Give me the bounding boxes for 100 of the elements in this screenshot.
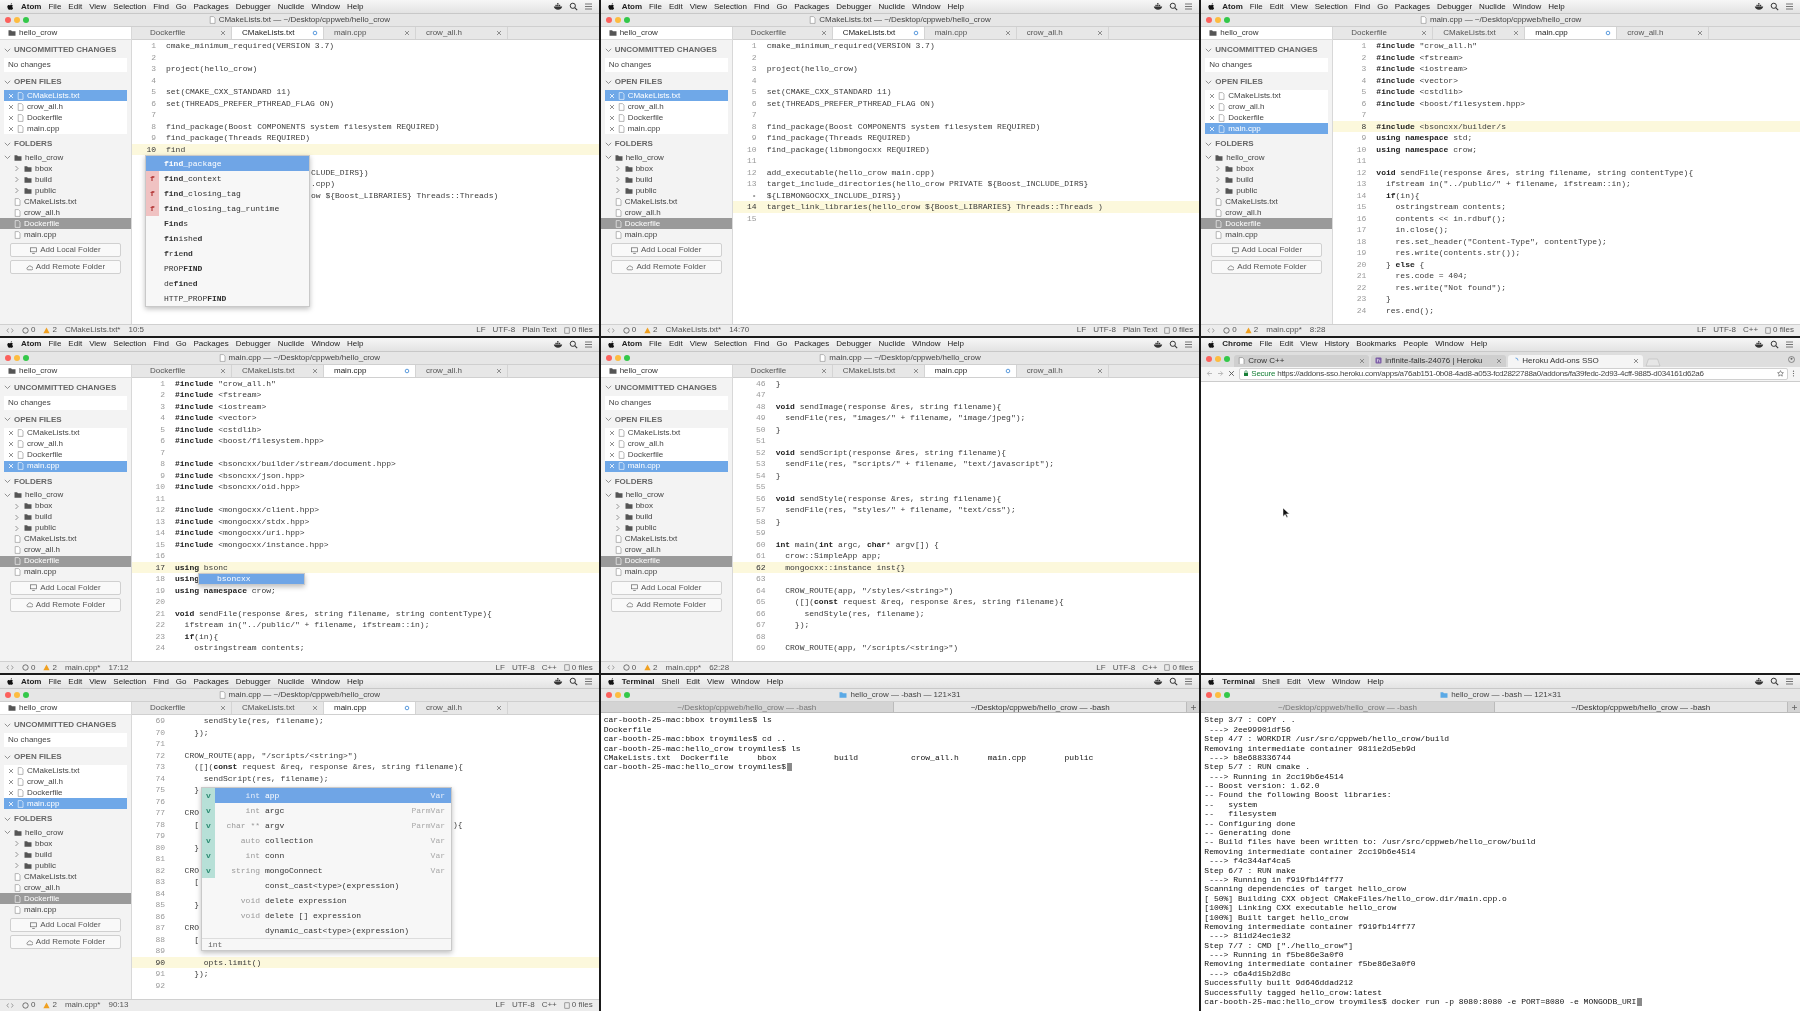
menu-item[interactable]: Help [1470, 338, 1488, 351]
tree-item[interactable]: crow_all.h [1201, 207, 1333, 218]
menu-item[interactable]: Find [153, 338, 169, 351]
menu-item[interactable]: Find [153, 0, 169, 13]
menu-item[interactable]: Edit [686, 675, 700, 688]
menu-item[interactable]: Nuclide [1479, 0, 1506, 13]
open-file-item[interactable]: crow_all.h [1205, 101, 1329, 112]
menu-item[interactable]: Selection [113, 675, 147, 688]
menu-item[interactable]: Terminal [1222, 675, 1256, 688]
menu-item[interactable]: Find [753, 0, 770, 13]
open-file-item[interactable]: crow_all.h [4, 438, 127, 450]
section-header[interactable]: OPEN FILES [0, 409, 131, 428]
suggestion-item[interactable]: HTTP_PROPFIND [146, 291, 309, 306]
editor-tab[interactable]: main.cpp [1525, 27, 1618, 39]
tree-item[interactable]: public [600, 522, 732, 534]
open-file-item[interactable]: crow_all.h [604, 438, 728, 450]
menu-item[interactable]: Debugger [836, 338, 872, 351]
section-header[interactable]: UNCOMMITTED CHANGES [600, 377, 732, 396]
browser-tab[interactable]: infinite-falls-24076 | Heroku [1371, 354, 1507, 367]
menu-item[interactable]: Chrome [1222, 338, 1253, 351]
tree-item[interactable]: build [600, 511, 732, 523]
status-item[interactable]: LF [1076, 324, 1087, 336]
section-header[interactable]: OPEN FILES [1201, 72, 1333, 90]
suggestion-item[interactable]: f find_closing_tag [146, 186, 309, 201]
menu-item[interactable]: View [707, 675, 725, 688]
menu-item[interactable]: Window [912, 338, 941, 351]
suggestion-item[interactable]: v int argc ParmVar [202, 803, 451, 819]
suggestion-item[interactable]: void delete [] expression [202, 908, 451, 924]
section-header[interactable]: UNCOMMITTED CHANGES [0, 40, 131, 58]
menu-item[interactable]: Atom [621, 0, 643, 13]
menu-item[interactable]: Window [1435, 338, 1464, 351]
menu-item[interactable]: History [1324, 338, 1350, 351]
editor-tab[interactable]: crow_all.h [1617, 27, 1710, 39]
menu-item[interactable]: Debugger [235, 675, 271, 688]
menu-item[interactable]: Packages [193, 338, 229, 351]
status-item[interactable]: UTF-8 [511, 661, 535, 674]
menu-item[interactable]: File [1259, 338, 1273, 351]
editor-tab[interactable]: crow_all.h [1016, 364, 1109, 377]
menu-item[interactable]: Nuclide [878, 338, 906, 351]
menu-item[interactable]: View [689, 0, 707, 13]
menu-item[interactable]: Packages [1394, 0, 1430, 13]
section-header[interactable]: UNCOMMITTED CHANGES [0, 715, 131, 734]
menu-item[interactable]: Debugger [1436, 0, 1473, 13]
status-item[interactable]: UTF-8 [492, 324, 516, 336]
menu-item[interactable]: Nuclide [878, 0, 906, 13]
menu-item[interactable]: Packages [794, 0, 830, 13]
add-folder-button[interactable]: Add Remote Folder [610, 260, 722, 274]
suggestion-item[interactable]: dynamic_cast<type>(expression) [202, 923, 451, 939]
status-item[interactable]: UTF-8 [1713, 324, 1736, 336]
menu-item[interactable]: Help [947, 0, 965, 13]
add-folder-button[interactable]: Add Remote Folder [10, 260, 121, 274]
suggestion-item[interactable]: v string mongoConnect Var [202, 863, 451, 879]
add-folder-button[interactable]: Add Local Folder [10, 918, 121, 933]
menu-item[interactable]: View [1300, 338, 1318, 351]
status-item[interactable]: LF [1096, 661, 1106, 674]
tree-item[interactable]: build [0, 174, 131, 185]
add-folder-button[interactable]: Add Local Folder [10, 243, 121, 257]
tree-item[interactable]: public [0, 860, 131, 872]
status-item[interactable]: 0 files [571, 324, 593, 336]
file-name[interactable]: main.cpp* [665, 661, 702, 674]
menu-item[interactable]: Packages [794, 338, 830, 351]
cursor-position[interactable]: 62:28 [709, 661, 730, 674]
status-item[interactable]: 0 files [1172, 324, 1194, 336]
status-item[interactable]: 0 files [571, 661, 593, 674]
tree-item[interactable]: build [600, 174, 732, 185]
tree-item[interactable]: public [0, 522, 131, 534]
section-header[interactable]: FOLDERS [0, 471, 131, 490]
menu-item[interactable]: Window [311, 0, 340, 13]
project-tab[interactable]: hello_crow [0, 702, 131, 716]
file-name[interactable]: CMakeLists.txt* [64, 324, 121, 336]
tree-item[interactable]: public [1201, 185, 1333, 196]
add-folder-button[interactable]: Add Remote Folder [10, 597, 121, 612]
menu-item[interactable]: Edit [669, 0, 683, 13]
status-item[interactable]: Plain Text [522, 324, 557, 336]
open-file-item[interactable]: Dockerfile [604, 449, 728, 461]
menu-item[interactable]: Bookmarks [1356, 338, 1397, 351]
section-header[interactable]: FOLDERS [600, 134, 732, 152]
menu-item[interactable]: Nuclide [277, 338, 305, 351]
menu-item[interactable]: Help [947, 338, 965, 351]
menu-item[interactable]: Edit [669, 338, 683, 351]
menu-item[interactable]: Go [776, 338, 788, 351]
status-item[interactable]: UTF-8 [1112, 661, 1136, 674]
tree-item[interactable]: bbox [1201, 163, 1333, 174]
project-tab[interactable]: hello_crow [600, 27, 732, 40]
menu-item[interactable]: Shell [1262, 675, 1280, 688]
terminal-tab[interactable]: ~/Desktop/cppweb/hello_crow — -bash [894, 702, 1188, 713]
menu-item[interactable]: Edit [68, 0, 83, 13]
suggestion-item[interactable]: const_cast<type>(expression) [202, 878, 451, 894]
cursor-position[interactable]: 8:28 [1309, 324, 1326, 336]
section-header[interactable]: UNCOMMITTED CHANGES [0, 377, 131, 396]
suggestion-item[interactable]: f find_context [146, 171, 309, 186]
editor-tab[interactable]: main.cpp [924, 27, 1017, 39]
suggestion-item[interactable]: PROPFIND [146, 261, 309, 276]
tree-item[interactable]: main.cpp [0, 566, 131, 578]
add-folder-button[interactable]: Add Remote Folder [10, 935, 121, 950]
status-item[interactable]: UTF-8 [1093, 324, 1116, 336]
add-folder-button[interactable]: Add Local Folder [10, 580, 121, 595]
menu-item[interactable]: Help [346, 675, 364, 688]
menu-item[interactable]: Nuclide [277, 0, 305, 13]
menu-item[interactable]: Go [175, 338, 187, 351]
